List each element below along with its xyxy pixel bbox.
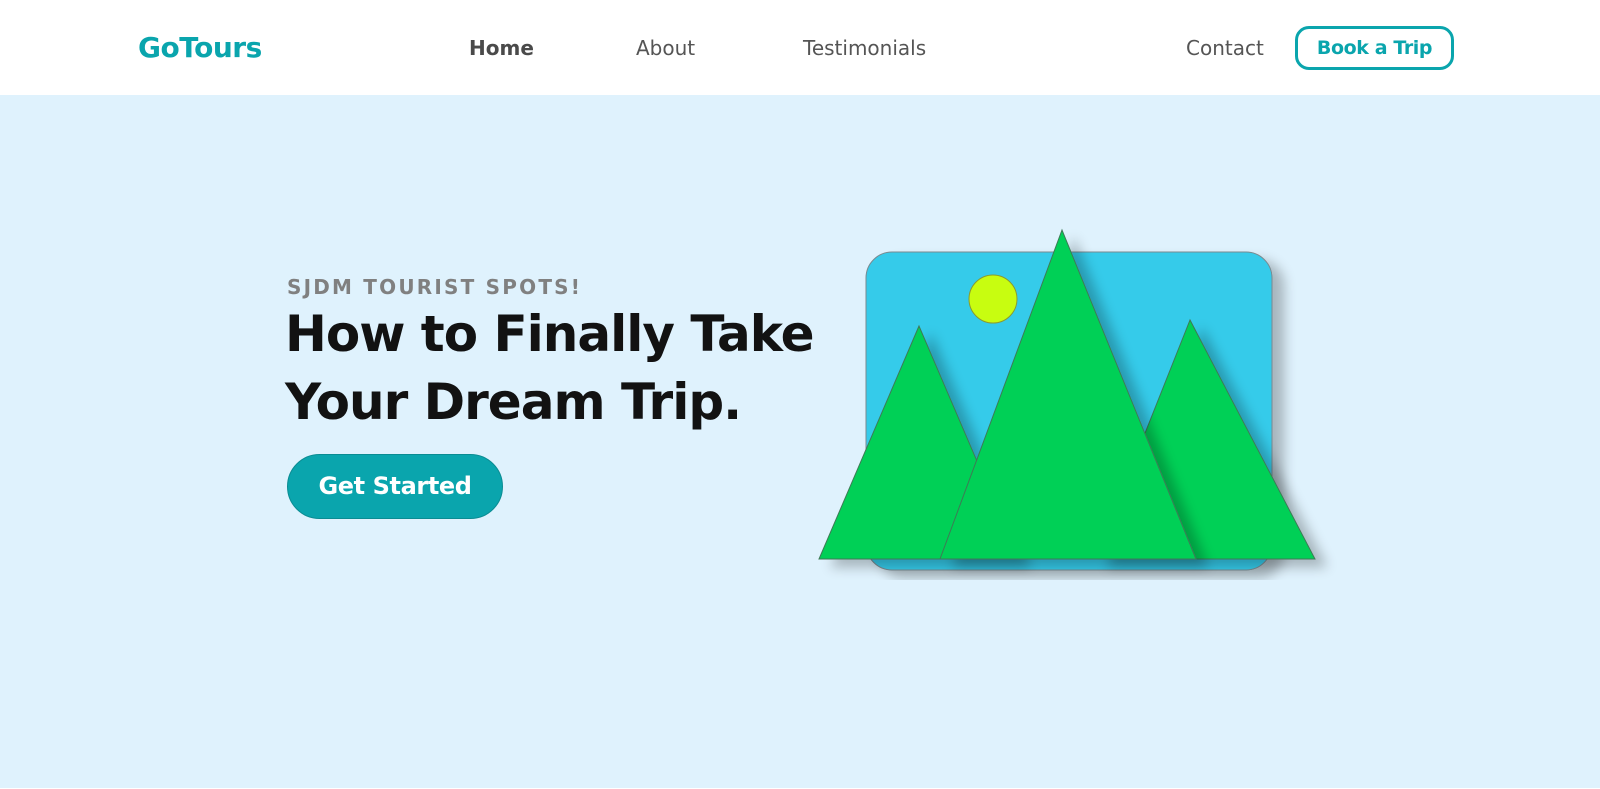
brand-logo[interactable]: GoTours bbox=[138, 28, 262, 68]
nav-contact-link[interactable]: Contact bbox=[1186, 34, 1264, 62]
landing-page: GoTours Home About Testimonials Contact … bbox=[0, 0, 1600, 789]
site-header: GoTours Home About Testimonials Contact … bbox=[0, 0, 1600, 95]
nav-home-link[interactable]: Home bbox=[469, 34, 534, 62]
hero-eyebrow: SJDM TOURIST SPOTS! bbox=[287, 275, 583, 299]
hero-title: How to Finally Take Your Dream Trip. bbox=[285, 305, 815, 431]
nav-about-link[interactable]: About bbox=[636, 34, 695, 62]
get-started-button[interactable]: Get Started bbox=[287, 454, 503, 519]
sun-icon bbox=[968, 274, 1018, 324]
mountain-landscape-icon bbox=[800, 220, 1360, 580]
nav-testimonials-link[interactable]: Testimonials bbox=[803, 34, 926, 62]
book-a-trip-button[interactable]: Book a Trip bbox=[1295, 26, 1454, 70]
